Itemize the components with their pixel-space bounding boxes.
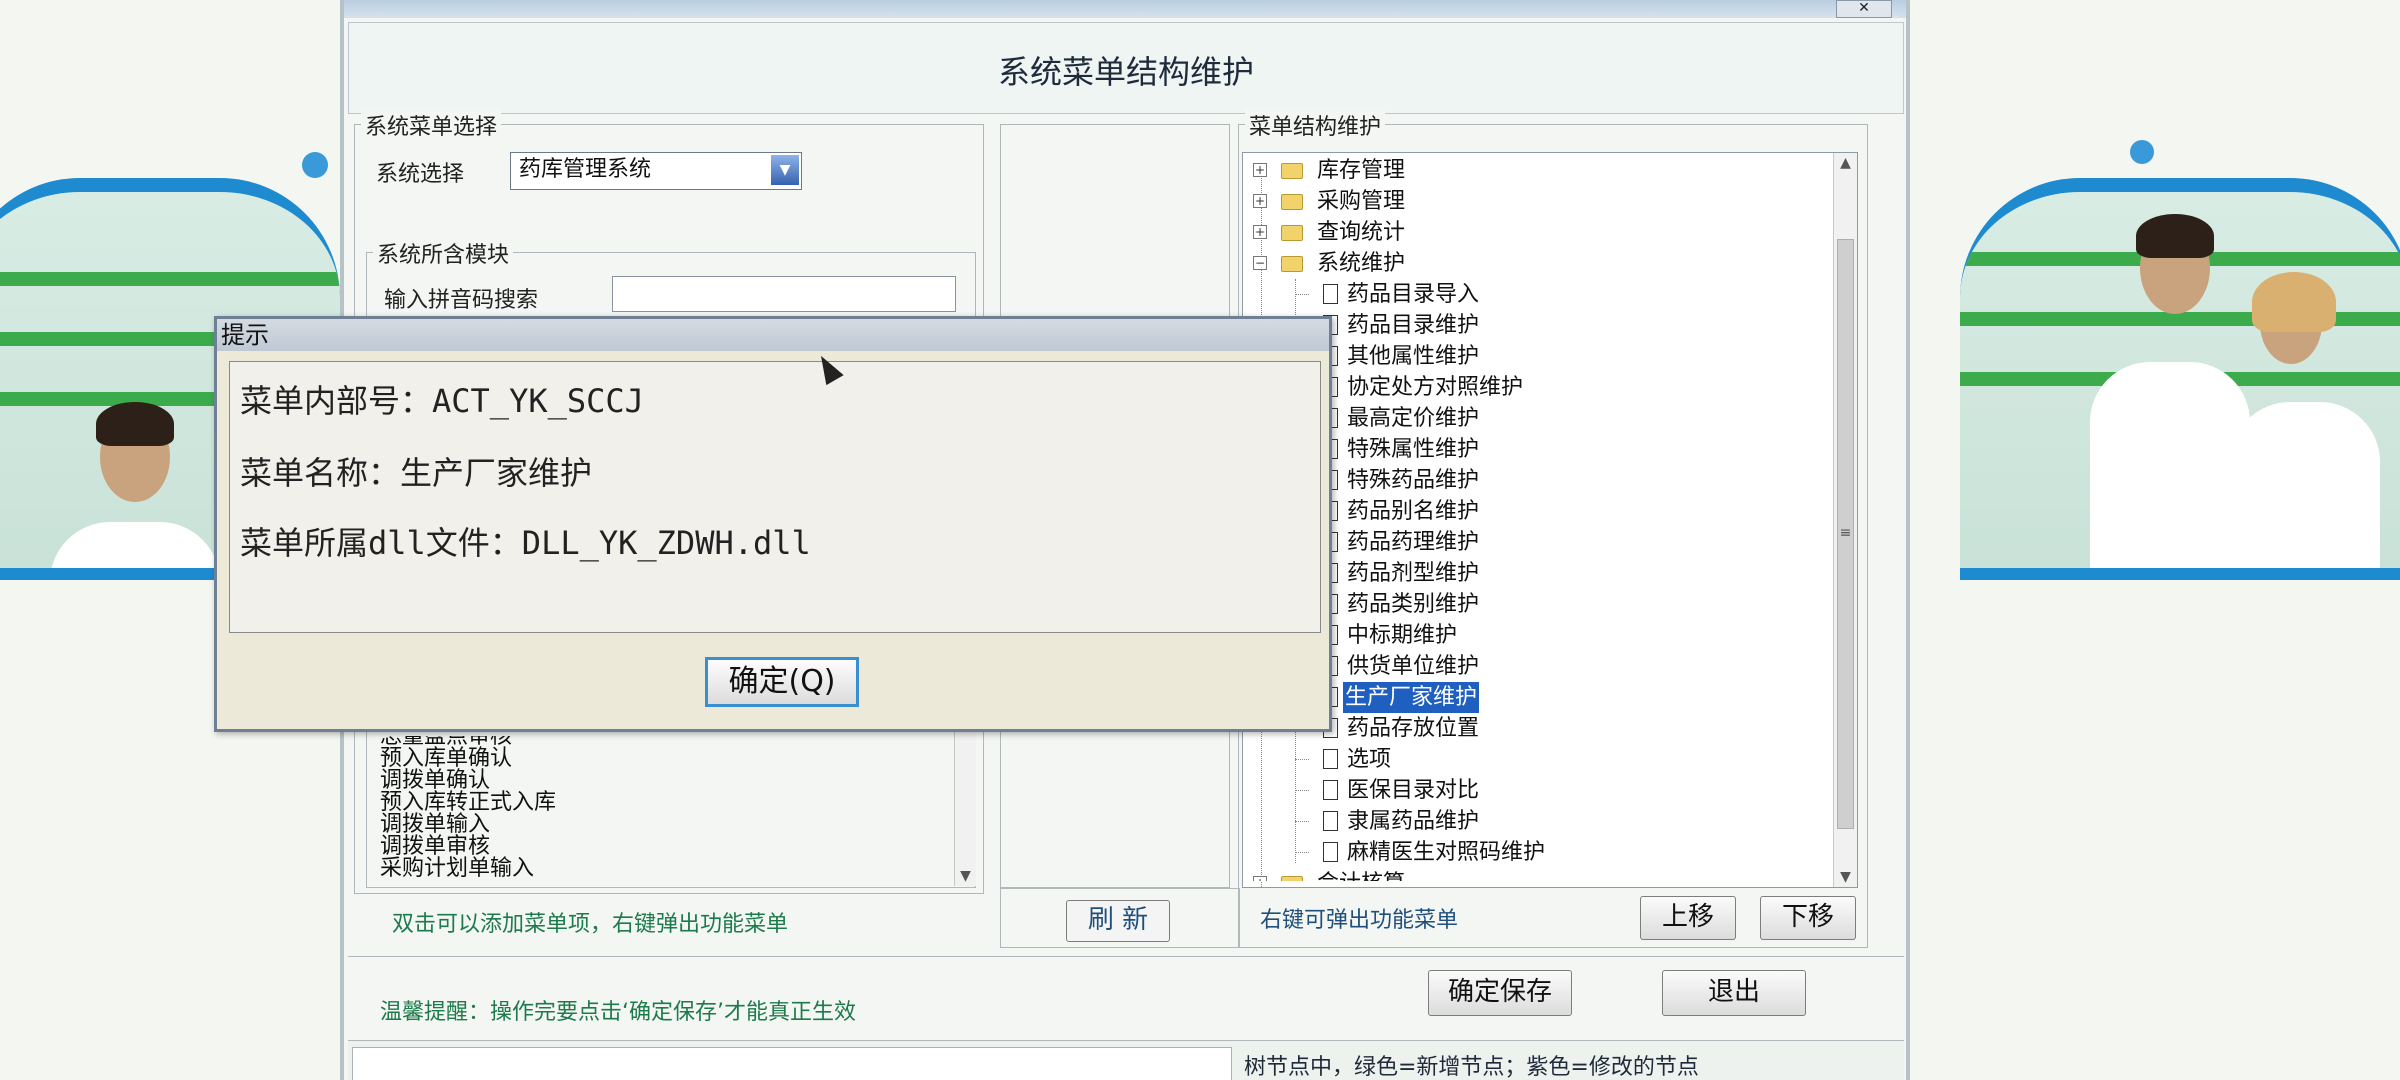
search-input[interactable] bbox=[612, 276, 956, 312]
tree-node[interactable]: 医保目录对比 bbox=[1243, 775, 1823, 806]
heading-panel: 系统菜单结构维护 bbox=[348, 22, 1904, 114]
system-menu-group-title: 系统菜单选择 bbox=[361, 109, 502, 141]
document-icon bbox=[1323, 811, 1338, 831]
modules-group-title: 系统所含模块 bbox=[373, 237, 514, 269]
info-dialog: 提示 菜单内部号：ACT_YK_SCCJ 菜单名称：生产厂家维护 菜单所属dll… bbox=[214, 316, 1332, 732]
ok-button[interactable]: 确定(Q) bbox=[705, 657, 859, 707]
expand-icon[interactable]: + bbox=[1253, 194, 1267, 208]
banner-bar-right bbox=[1960, 568, 2400, 580]
document-icon bbox=[1323, 842, 1338, 862]
tree-scrollbar[interactable]: ▲ ≡ ▼ bbox=[1833, 153, 1857, 887]
collapse-icon[interactable]: − bbox=[1253, 256, 1267, 270]
system-select[interactable]: 药库管理系统 ▼ bbox=[510, 152, 802, 190]
menu-tree[interactable]: + 库存管理 + 采购管理 + 查询统计 − 系统维护 药品目录导入 药品目录维… bbox=[1242, 152, 1858, 888]
document-icon bbox=[1323, 749, 1338, 769]
save-reminder: 温馨提醒：操作完要点击‘确定保存’才能真正生效 bbox=[380, 1000, 856, 1025]
page-title: 系统菜单结构维护 bbox=[997, 53, 1254, 91]
list-item[interactable]: 预入库单确认 bbox=[380, 748, 512, 770]
status-bar: 树节点中，绿色=新增节点；紫色=修改的节点 bbox=[348, 1040, 1904, 1080]
middle-button-frame bbox=[1000, 888, 1240, 948]
title-bar: ✕ bbox=[344, 0, 1906, 18]
tree-folder[interactable]: + 采购管理 bbox=[1243, 186, 1823, 217]
document-icon bbox=[1323, 284, 1338, 304]
left-hint: 双击可以添加菜单项，右键弹出功能菜单 bbox=[392, 912, 789, 937]
menu-name-line: 菜单名称：生产厂家维护 bbox=[240, 454, 593, 492]
list-item[interactable]: 采购计划单输入 bbox=[380, 858, 534, 880]
search-label: 输入拼音码搜索 bbox=[384, 288, 539, 313]
confirm-save-button[interactable]: 确定保存 bbox=[1428, 970, 1572, 1016]
folder-icon bbox=[1281, 194, 1303, 210]
tree-node[interactable]: 药品目录导入 bbox=[1243, 279, 1823, 310]
move-down-button[interactable]: 下移 bbox=[1760, 896, 1856, 940]
list-item[interactable]: 预入库转正式入库 bbox=[380, 792, 556, 814]
tree-hint: 右键可弹出功能菜单 bbox=[1260, 908, 1459, 933]
tree-folder-partial[interactable]: + 会计核算 bbox=[1243, 868, 1823, 881]
document-icon bbox=[1323, 780, 1338, 800]
decor-dot bbox=[302, 152, 328, 178]
banner-bar-left bbox=[0, 568, 220, 580]
move-up-button[interactable]: 上移 bbox=[1640, 896, 1736, 940]
tree-folder[interactable]: + 查询统计 bbox=[1243, 217, 1823, 248]
folder-icon bbox=[1281, 256, 1303, 272]
tree-node[interactable]: 选项 bbox=[1243, 744, 1823, 775]
list-item[interactable]: 调拨单输入 bbox=[380, 814, 490, 836]
menu-dll-line: 菜单所属dll文件：DLL_YK_ZDWH.dll bbox=[240, 524, 811, 562]
decor-dot bbox=[2130, 140, 2154, 164]
tree-node[interactable]: 麻精医生对照码维护 bbox=[1243, 837, 1823, 868]
list-item[interactable]: 调拨单确认 bbox=[380, 770, 490, 792]
module-list-scrollbar[interactable]: ▼ bbox=[954, 720, 976, 886]
tree-folder[interactable]: + 库存管理 bbox=[1243, 155, 1823, 186]
list-item[interactable]: 调拨单审核 bbox=[380, 836, 490, 858]
system-select-label: 系统选择 bbox=[376, 162, 465, 187]
system-select-value: 药库管理系统 bbox=[519, 157, 652, 182]
chevron-down-icon[interactable]: ▼ bbox=[771, 155, 799, 185]
exit-button[interactable]: 退出 bbox=[1662, 970, 1806, 1016]
tree-group-title: 菜单结构维护 bbox=[1245, 109, 1386, 141]
pharmacy-banner-right bbox=[1960, 178, 2400, 568]
tree-node[interactable]: 隶属药品维护 bbox=[1243, 806, 1823, 837]
dialog-body: 菜单内部号：ACT_YK_SCCJ 菜单名称：生产厂家维护 菜单所属dll文件：… bbox=[229, 361, 1321, 633]
menu-id-line: 菜单内部号：ACT_YK_SCCJ bbox=[240, 382, 644, 420]
folder-icon bbox=[1281, 225, 1303, 241]
dialog-title: 提示 bbox=[217, 319, 1329, 351]
expand-icon[interactable]: + bbox=[1253, 225, 1267, 239]
tree-folder[interactable]: − 系统维护 bbox=[1243, 248, 1823, 279]
desktop-right bbox=[1900, 0, 2400, 1080]
close-button[interactable]: ✕ bbox=[1836, 0, 1892, 18]
status-note: 树节点中，绿色=新增节点；紫色=修改的节点 bbox=[1244, 1055, 1699, 1080]
expand-icon[interactable]: + bbox=[1253, 163, 1267, 177]
folder-icon bbox=[1281, 163, 1303, 179]
